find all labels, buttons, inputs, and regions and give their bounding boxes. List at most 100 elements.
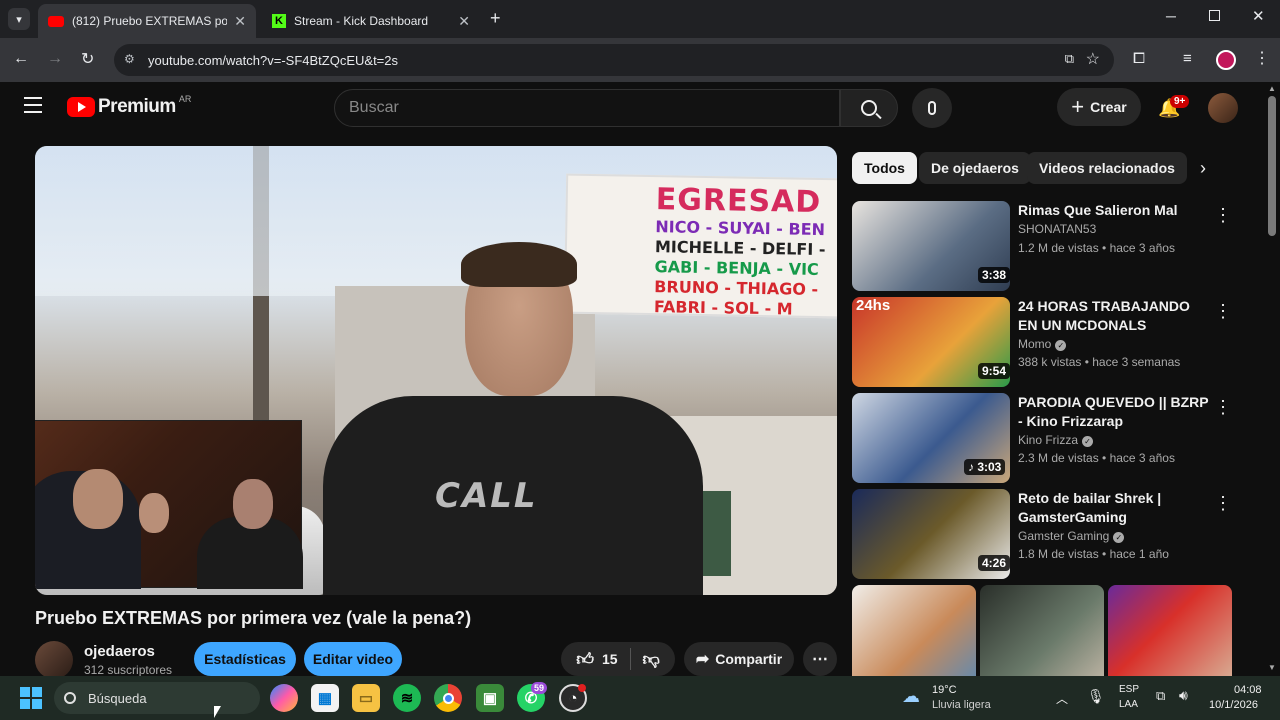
recommendation-channel: Kino Frizza ✓ [1018,433,1094,447]
youtube-logo[interactable]: Premium AR [67,94,192,118]
channel-avatar[interactable] [35,641,73,679]
taskbar-search[interactable]: Búsqueda [54,682,260,714]
mouse-cursor-icon [214,706,221,718]
chip-todos[interactable]: Todos [852,152,917,184]
install-app-icon[interactable]: ⧉ [1065,51,1074,67]
clock-time[interactable]: 04:08 [1234,684,1262,696]
chips-next-chevron-icon[interactable]: › [1200,158,1206,179]
weather-icon[interactable]: ☁ [902,686,920,707]
more-options-icon[interactable]: ⋮ [1214,493,1232,514]
search-icon [861,100,882,120]
language-bottom[interactable]: LAA [1119,699,1138,710]
kick-favicon-icon: K [272,14,286,28]
spotify-icon[interactable]: ≋ [393,684,421,712]
taskbar-search-label: Búsqueda [88,690,147,706]
file-explorer-icon[interactable]: ▭ [352,684,380,712]
share-button[interactable]: ➦ Compartir [684,642,794,676]
chip-videos-relacionados[interactable]: Videos relacionados [1027,152,1187,184]
edit-video-button[interactable]: Editar video [304,642,402,676]
close-tab-icon[interactable]: ✕ [458,13,470,30]
forward-icon[interactable]: → [47,50,63,68]
search-icon [64,692,76,704]
create-label: Crear [1090,99,1127,115]
site-info-icon[interactable]: ⚙ [124,52,135,66]
address-input[interactable]: ⚙ youtube.com/watch?v=-SF4BtZQcEU&t=2s ⧉… [114,44,1114,76]
thumbs-down-icon[interactable]: 👎︎ [643,649,660,670]
tab-youtube[interactable]: (812) Pruebo EXTREMAS por pr ✕ [38,4,256,38]
more-options-icon[interactable]: ⋮ [1214,397,1232,418]
shirt-graphic: CALL [435,476,538,516]
hamburger-menu-icon[interactable] [24,97,42,113]
browser-tab-bar: ▾ (812) Pruebo EXTREMAS por pr ✕ K Strea… [0,0,1280,38]
create-button[interactable]: + Crear [1057,88,1141,126]
recommendation-item[interactable]: 24hs 9:54 24 HORAS TRABAJANDO EN UN MCDO… [852,297,1232,387]
network-icon[interactable]: ⧉ [1156,688,1165,704]
reload-icon[interactable]: ↻ [81,49,94,69]
recommendation-meta: 388 k vistas • hace 3 semanas [1018,355,1181,369]
recommendation-meta: 1.2 M de vistas • hace 3 años [1018,241,1175,255]
tab-search-dropdown[interactable]: ▾ [8,8,30,30]
recommendation-item[interactable]: 4:26 Reto de bailar Shrek | GamsterGamin… [852,489,1232,579]
recommendation-title[interactable]: PARODIA QUEVEDO || BZRP - Kino Frizzarap [1018,393,1212,431]
bookmark-star-icon[interactable]: ☆ [1086,49,1100,69]
extensions-icon[interactable]: ⧠ [1133,50,1145,67]
share-label: Compartir [715,651,783,667]
media-controls-icon[interactable]: ≡ [1183,50,1192,67]
recommendation-item[interactable]: ♪ 3:03 PARODIA QUEVEDO || BZRP - Kino Fr… [852,393,1232,483]
windows-start-icon[interactable] [20,687,42,709]
browser-menu-icon[interactable]: ⋮ [1254,48,1270,68]
channel-name[interactable]: ojedaeros [84,643,155,660]
video-title: Pruebo EXTREMAS por primera vez (vale la… [35,608,472,628]
recommendation-item[interactable]: 3:38 Rimas Que Salieron Mal SHONATAN53 1… [852,201,1232,291]
microphone-tray-icon[interactable]: 🎙︎ [1087,688,1105,705]
short-thumbnail[interactable] [980,585,1104,676]
short-thumbnail[interactable] [852,585,976,676]
recommendation-title[interactable]: Rimas Que Salieron Mal [1018,201,1212,220]
thumbs-up-icon: 👍︎ [576,649,594,669]
voice-search-button[interactable] [912,88,952,128]
clock-date[interactable]: 10/1/2026 [1209,699,1258,711]
maximize-icon[interactable] [1209,10,1220,21]
account-avatar[interactable] [1208,93,1238,123]
tab-title: (812) Pruebo EXTREMAS por pr [72,14,227,28]
new-tab-button[interactable]: + [490,8,501,29]
profile-avatar-icon[interactable] [1216,50,1236,70]
back-icon[interactable]: ← [13,50,29,68]
tab-kick[interactable]: K Stream - Kick Dashboard ✕ [262,4,480,38]
banner-line: FABRI - SOL - M [653,297,793,319]
copilot-icon[interactable] [270,684,298,712]
page-scrollbar[interactable] [1268,96,1276,236]
plus-icon: + [1071,94,1085,119]
more-options-icon[interactable]: ⋮ [1214,301,1232,322]
chrome-icon[interactable] [434,684,462,712]
short-thumbnail[interactable] [1108,585,1232,676]
weather-temp: 19°C [932,684,957,696]
more-options-icon[interactable]: ⋮ [1214,205,1232,226]
search-input[interactable]: Buscar [334,89,840,127]
statistics-button[interactable]: Estadísticas [194,642,296,676]
scroll-down-arrow-icon[interactable]: ▼ [1268,663,1276,672]
volume-icon[interactable]: 🔊︎ [1179,687,1188,704]
recommendation-title[interactable]: Reto de bailar Shrek | GamsterGaming [1018,489,1212,527]
video-player[interactable]: EGRESAD NICO - SUYAI - BEN MICHELLE - DE… [35,146,837,595]
close-window-icon[interactable]: ✕ [1252,7,1265,25]
url-text: youtube.com/watch?v=-SF4BtZQcEU&t=2s [148,52,398,68]
like-button[interactable]: 👍︎ 15 [576,649,617,670]
scroll-up-arrow-icon[interactable]: ▲ [1268,84,1276,93]
recommendation-title[interactable]: 24 HORAS TRABAJANDO EN UN MCDONALS [1018,297,1212,335]
chip-de-ojedaeros[interactable]: De ojedaeros [919,152,1031,184]
language-top[interactable]: ESP [1119,684,1139,695]
banner-line: EGRESAD [655,182,822,221]
close-tab-icon[interactable]: ✕ [234,13,246,30]
more-actions-button[interactable]: ⋯ [803,642,837,676]
region-label: AR [178,94,192,104]
minecraft-icon[interactable]: ▣ [476,684,504,712]
facecam-overlay [35,420,303,589]
recommendation-channel: Gamster Gaming ✓ [1018,529,1125,543]
microsoft-store-icon[interactable]: ▦ [311,684,339,712]
show-hidden-icons-chevron-icon[interactable]: ︿ [1056,690,1068,707]
search-button[interactable] [840,89,898,127]
minimize-icon[interactable]: ─ [1166,8,1176,24]
verified-icon: ✓ [1113,532,1125,543]
tab-title: Stream - Kick Dashboard [294,14,429,28]
